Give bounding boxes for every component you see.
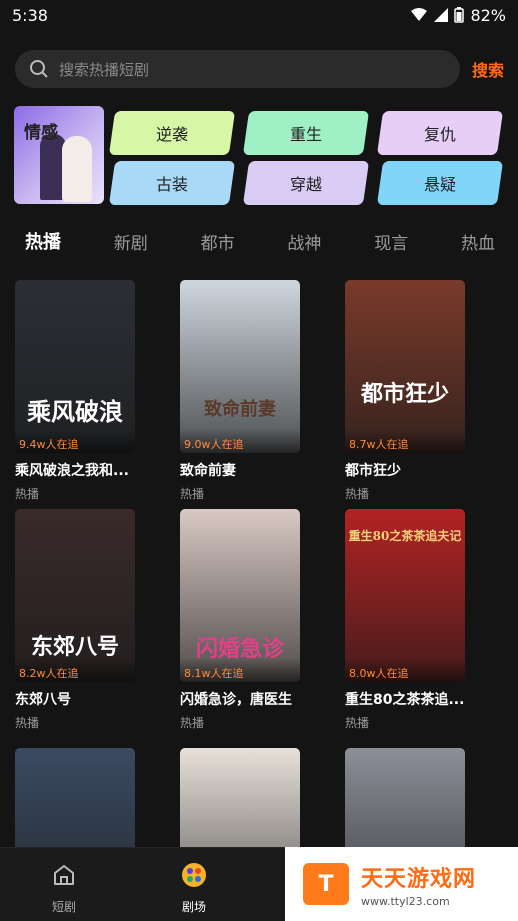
watermark-emblem: T bbox=[303, 863, 349, 905]
nav-label: 短剧 bbox=[51, 900, 76, 914]
drama-title: 都市狂少 bbox=[345, 463, 401, 479]
drama-poster: 致命前妻 9.0w人在追 bbox=[180, 280, 300, 453]
category-tile-label: 悬疑 bbox=[423, 175, 456, 194]
category-tile[interactable]: 悬疑 bbox=[376, 161, 504, 205]
search-button[interactable]: 搜索 bbox=[472, 57, 504, 81]
watch-count: 9.0w人在追 bbox=[180, 429, 300, 453]
tab-war-god[interactable]: 战神 bbox=[287, 229, 321, 254]
category-feature-label: 情感 bbox=[24, 123, 58, 143]
battery-icon bbox=[454, 7, 465, 23]
search-icon bbox=[30, 60, 48, 78]
watermark-url: www.ttyl23.com bbox=[361, 894, 450, 908]
drama-poster: 东郊八号 8.2w人在追 bbox=[15, 509, 135, 682]
category-tile-label: 复仇 bbox=[423, 125, 456, 144]
poster-title-art: 都市狂少 bbox=[360, 381, 449, 407]
drama-title: 闪婚急诊，唐医生 bbox=[180, 692, 292, 708]
theater-icon bbox=[182, 863, 206, 887]
drama-card[interactable]: 致命前妻 9.0w人在追 致命前妻 热播 bbox=[180, 280, 300, 502]
category-tile[interactable]: 重生 bbox=[242, 111, 370, 155]
drama-card[interactable]: 乘风破浪 9.4w人在追 乘风破浪之我和... 热播 bbox=[15, 280, 135, 502]
signal-icon bbox=[434, 8, 449, 22]
status-icons: 82% bbox=[410, 6, 506, 25]
drama-tag: 热播 bbox=[180, 487, 205, 501]
tab-passion[interactable]: 热血 bbox=[461, 229, 495, 254]
category-tile-label: 穿越 bbox=[289, 175, 322, 194]
drama-title: 重生80之茶茶追... bbox=[345, 692, 465, 708]
tab-urban[interactable]: 都市 bbox=[201, 229, 235, 254]
category-tile-label: 逆袭 bbox=[155, 125, 188, 144]
category-tile-label: 重生 bbox=[289, 125, 322, 144]
poster-title-art: 重生80之茶茶追夫记 bbox=[348, 529, 462, 543]
watch-count: 8.7w人在追 bbox=[345, 429, 465, 453]
drama-poster: 都市狂少 8.7w人在追 bbox=[345, 280, 465, 453]
drama-tag: 热播 bbox=[15, 487, 40, 501]
wifi-icon bbox=[411, 8, 428, 21]
search-input[interactable]: 搜索热播短剧 bbox=[15, 50, 460, 88]
drama-title: 东郊八号 bbox=[15, 692, 71, 708]
drama-card[interactable]: 重生80之茶茶追夫记 8.0w人在追 重生80之茶茶追... 热播 bbox=[345, 509, 465, 731]
poster-title-art: 致命前妻 bbox=[204, 399, 276, 420]
drama-card[interactable]: 都市狂少 8.7w人在追 都市狂少 热播 bbox=[345, 280, 465, 502]
nav-theater[interactable]: 剧场 bbox=[164, 862, 224, 915]
genre-tabs: 热播 新剧 都市 战神 现言 热血 bbox=[25, 226, 495, 256]
category-tile[interactable]: 古装 bbox=[108, 161, 236, 205]
watch-count: 8.2w人在追 bbox=[15, 658, 135, 682]
drama-card[interactable]: 闪婚急诊 8.1w人在追 闪婚急诊，唐医生 热播 bbox=[180, 509, 300, 731]
nav-label: 剧场 bbox=[181, 900, 206, 914]
poster-title-art: 东郊八号 bbox=[30, 634, 119, 660]
home-icon bbox=[54, 865, 74, 885]
drama-poster: 乘风破浪 9.4w人在追 bbox=[15, 280, 135, 453]
drama-poster: 闪婚急诊 8.1w人在追 bbox=[180, 509, 300, 682]
drama-poster: 重生80之茶茶追夫记 8.0w人在追 bbox=[345, 509, 465, 682]
category-tile[interactable]: 复仇 bbox=[376, 111, 504, 155]
watermark-title: 天天游戏网 bbox=[361, 866, 477, 892]
nav-short-drama[interactable]: 短剧 bbox=[34, 862, 94, 915]
tab-hot[interactable]: 热播 bbox=[25, 228, 61, 254]
category-feature-emotion[interactable]: 情感 bbox=[14, 106, 104, 204]
status-time: 5:38 bbox=[12, 5, 48, 25]
search-row: 搜索热播短剧 搜索 bbox=[15, 50, 505, 88]
watermark-logo: T 天天游戏网 www.ttyl23.com bbox=[285, 847, 518, 921]
battery-percent: 82% bbox=[470, 5, 506, 25]
drama-card[interactable]: 东郊八号 8.2w人在追 东郊八号 热播 bbox=[15, 509, 135, 731]
poster-figure bbox=[62, 136, 92, 202]
status-bar: 5:38 82% bbox=[0, 0, 518, 30]
poster-title-art: 乘风破浪 bbox=[27, 397, 123, 426]
drama-tag: 热播 bbox=[15, 716, 40, 730]
category-tile-label: 古装 bbox=[155, 175, 188, 194]
category-tile[interactable]: 逆袭 bbox=[108, 111, 236, 155]
search-placeholder: 搜索热播短剧 bbox=[59, 60, 150, 79]
watch-count: 8.0w人在追 bbox=[345, 658, 465, 682]
watch-count: 8.1w人在追 bbox=[180, 658, 300, 682]
drama-tag: 热播 bbox=[180, 716, 205, 730]
watch-count: 9.4w人在追 bbox=[15, 429, 135, 453]
category-panel: 情感 逆袭 重生 复仇 古装 穿越 悬疑 bbox=[14, 106, 504, 205]
watermark-text: 天天游戏网 www.ttyl23.com bbox=[361, 861, 476, 908]
drama-title: 致命前妻 bbox=[180, 463, 236, 479]
drama-tag: 热播 bbox=[345, 716, 370, 730]
tab-modern-romance[interactable]: 现言 bbox=[374, 229, 408, 254]
tab-new[interactable]: 新剧 bbox=[114, 229, 148, 254]
drama-tag: 热播 bbox=[345, 487, 370, 501]
category-tile[interactable]: 穿越 bbox=[242, 161, 370, 205]
drama-title: 乘风破浪之我和... bbox=[15, 463, 129, 479]
